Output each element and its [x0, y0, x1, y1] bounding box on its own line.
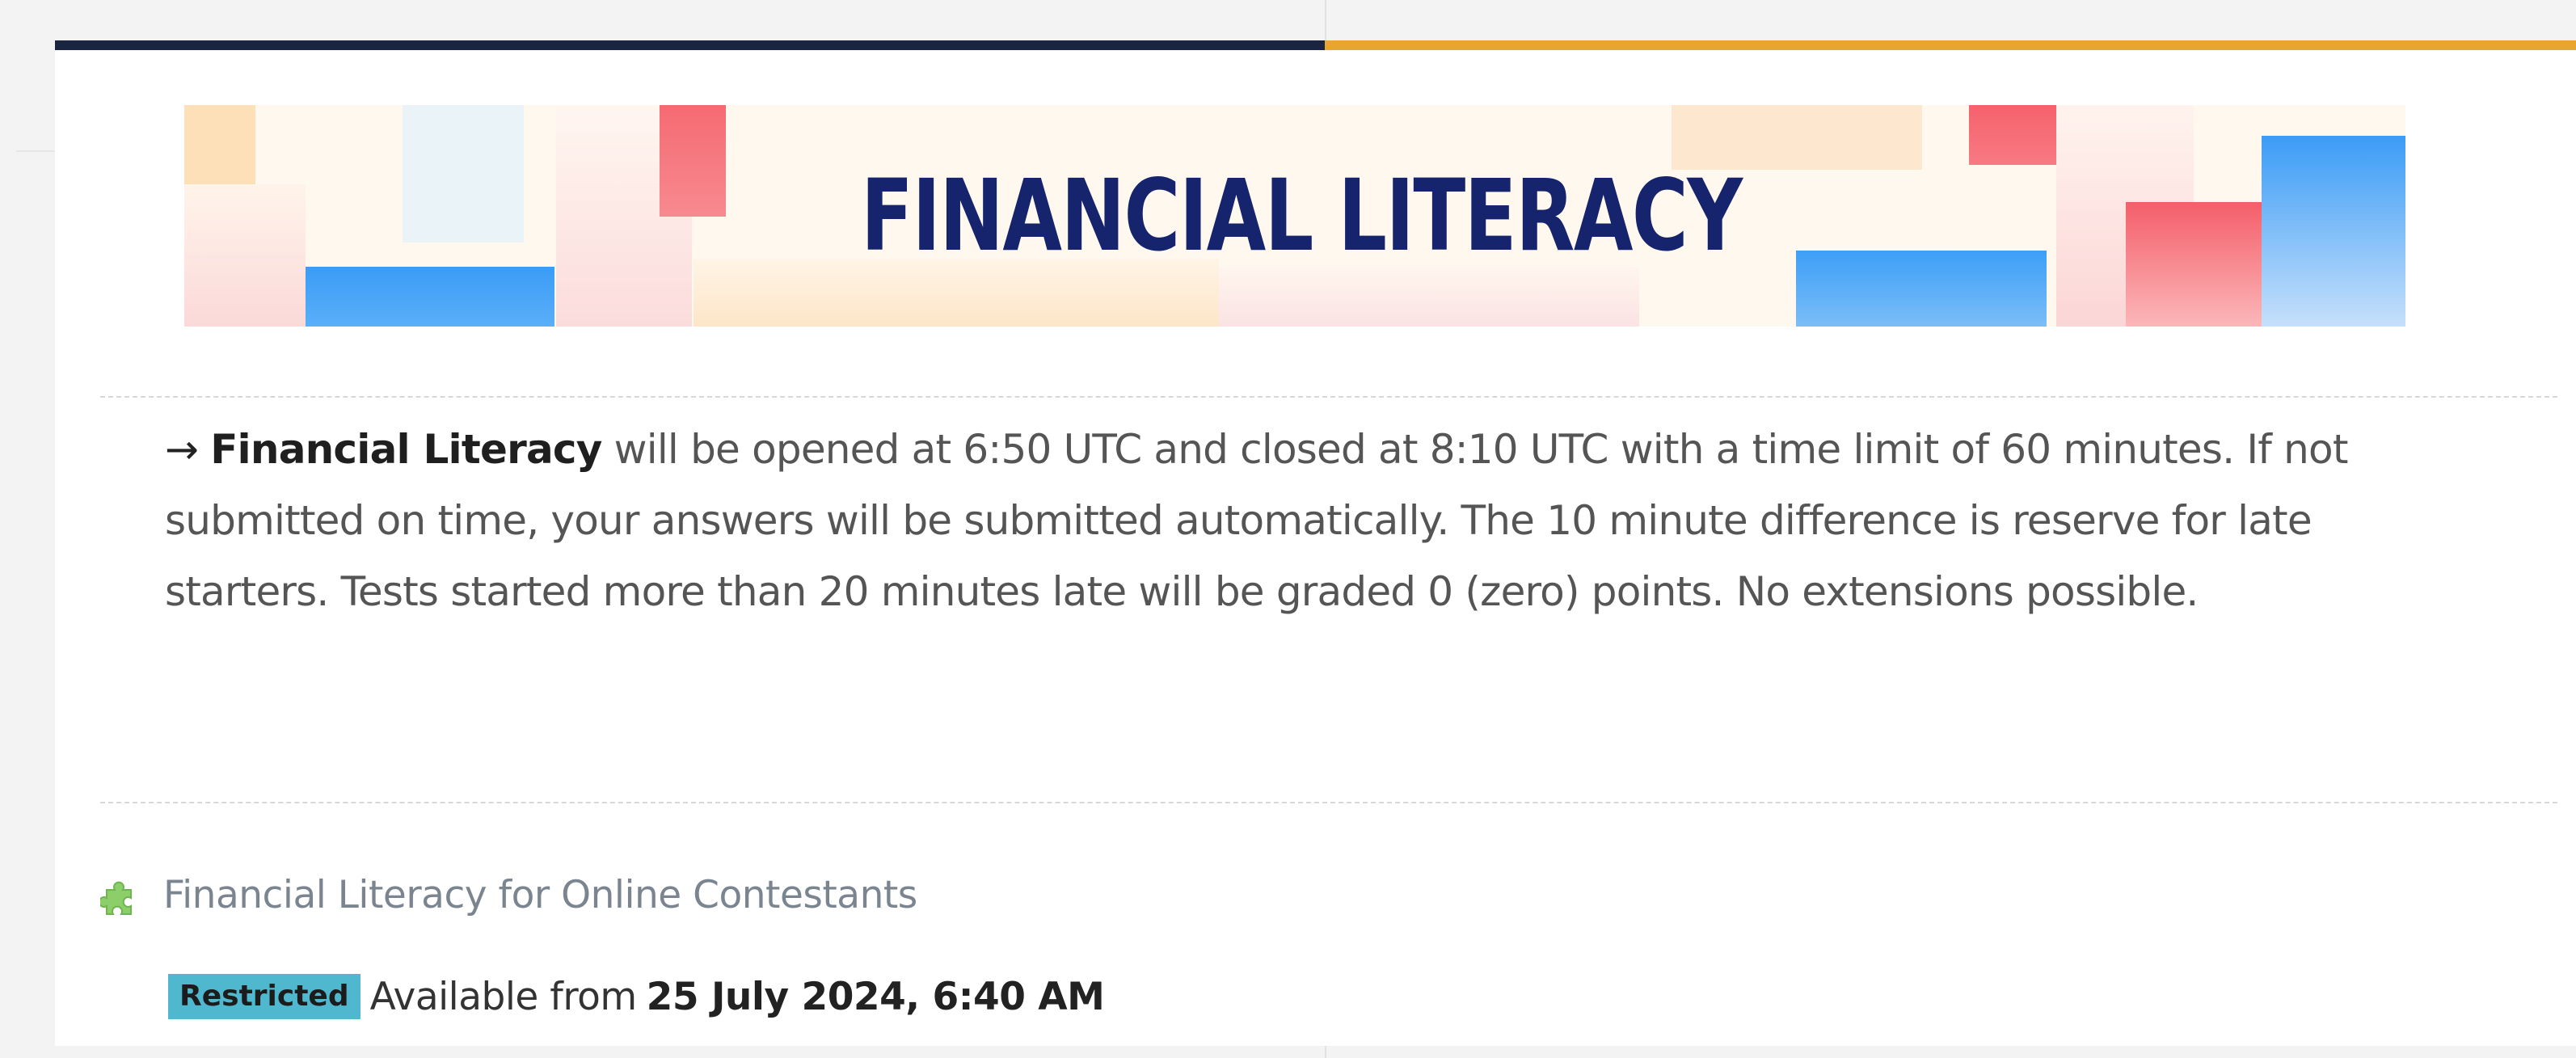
restricted-badge: Restricted [168, 974, 360, 1019]
activity-description: → Financial Literacy will be opened at 6… [165, 414, 2509, 627]
availability-text: Available from [369, 974, 638, 1019]
banner-title: FINANCIAL LITERACY [861, 158, 1743, 273]
description-line-1: will be opened at 6:50 UTC and closed at… [601, 426, 2349, 473]
section-divider-top [100, 396, 2557, 398]
availability-restriction: Restricted Available from 25 July 2024, … [168, 968, 1105, 1025]
description-line-3: starters. Tests started more than 20 min… [165, 568, 2199, 615]
left-gutter [0, 0, 55, 1058]
course-banner-image: FINANCIAL LITERACY [184, 105, 2405, 327]
activity-row[interactable]: Financial Literacy for Online Contestant… [100, 866, 917, 923]
puzzle-icon [100, 881, 132, 915]
arrow-icon: → [165, 426, 199, 473]
top-accent-bar-orange [1325, 40, 2576, 50]
gutter-divider [16, 150, 55, 152]
availability-date: 25 July 2024, 6:40 AM [646, 974, 1105, 1019]
section-divider-bottom [100, 802, 2557, 803]
description-line-2: submitted on time, your answers will be … [165, 497, 2312, 544]
activity-card: FINANCIAL LITERACY → Financial Literacy … [55, 40, 2576, 1046]
description-title: Financial Literacy [210, 426, 602, 473]
activity-link[interactable]: Financial Literacy for Online Contestant… [163, 873, 917, 917]
top-accent-bar-dark [55, 40, 1325, 50]
